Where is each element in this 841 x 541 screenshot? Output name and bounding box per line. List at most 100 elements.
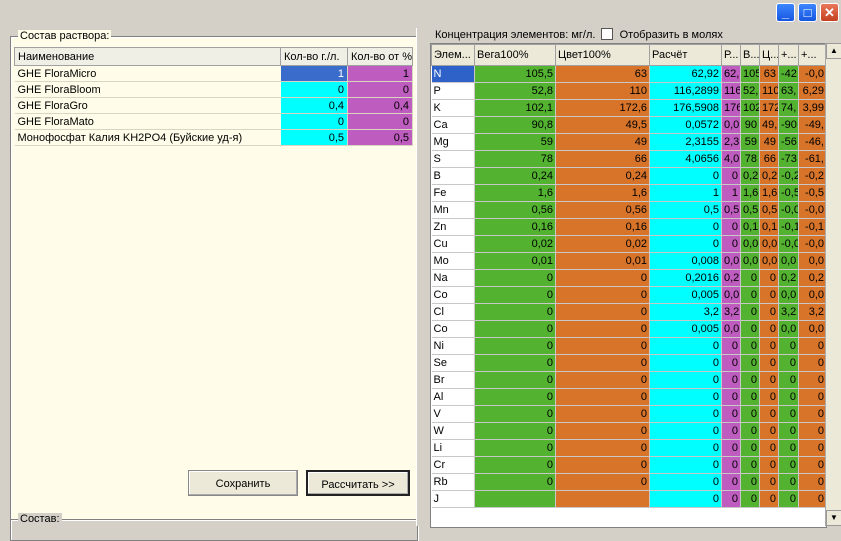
value-cell[interactable] [474,490,556,508]
value-cell[interactable]: 4,0656 [649,150,722,168]
value-cell[interactable]: 0 [555,439,650,457]
value-cell[interactable]: 0 [740,269,760,287]
value-cell[interactable]: 63, [778,82,799,100]
value-cell[interactable]: 0 [759,473,779,491]
table-row[interactable]: Mn 0,56 0,56 0,5 0,5 0,5 0,5 -0,0 -0,0 [431,201,826,219]
value-cell[interactable]: 52,8 [474,82,556,100]
value-cell[interactable]: 0 [798,405,826,423]
value-cell[interactable]: 0,01 [555,252,650,270]
row-pct-cell[interactable]: 1 [347,65,413,82]
value-cell[interactable]: -90 [778,116,799,134]
value-cell[interactable]: 0,2 [798,269,826,287]
value-cell[interactable]: 78 [740,150,760,168]
value-cell[interactable]: 116 [721,82,741,100]
value-cell[interactable]: 1,6 [740,184,760,202]
col-header-4[interactable]: Р... [721,44,741,66]
value-cell[interactable]: 0 [649,439,722,457]
value-cell[interactable]: 0 [798,388,826,406]
value-cell[interactable]: 0,0 [778,286,799,304]
value-cell[interactable]: 0 [555,422,650,440]
value-cell[interactable]: 52, [740,82,760,100]
value-cell[interactable]: 0 [759,388,779,406]
value-cell[interactable]: 0 [759,303,779,321]
value-cell[interactable]: 0,16 [474,218,556,236]
value-cell[interactable]: 0 [649,354,722,372]
value-cell[interactable]: 90 [740,116,760,134]
element-name-cell[interactable]: Mn [431,201,475,219]
value-cell[interactable]: 0 [555,371,650,389]
scroll-up-icon[interactable]: ▲ [826,43,841,59]
value-cell[interactable]: 0 [555,473,650,491]
row-qty-cell[interactable]: 0,4 [280,97,348,114]
table-row[interactable]: W00000000 [431,422,826,440]
row-pct-cell[interactable]: 0,5 [347,129,413,146]
value-cell[interactable]: -0,0 [798,235,826,253]
element-name-cell[interactable]: B [431,167,475,185]
value-cell[interactable]: 1,6 [759,184,779,202]
value-cell[interactable]: 0,2 [740,167,760,185]
col-header-2[interactable]: Цвет100% [555,44,650,66]
value-cell[interactable]: 0 [721,439,741,457]
value-cell[interactable]: 0 [740,371,760,389]
row-qty-cell[interactable]: 0,5 [280,129,348,146]
col-header-3[interactable]: Расчёт [649,44,722,66]
value-cell[interactable]: 0 [721,235,741,253]
table-row[interactable]: GHE FloraGro 0,4 0,4 [14,97,413,114]
value-cell[interactable]: 0 [649,422,722,440]
value-cell[interactable]: 0 [649,218,722,236]
save-button[interactable]: Сохранить [188,470,298,496]
value-cell[interactable]: 0,0 [740,252,760,270]
element-name-cell[interactable]: Al [431,388,475,406]
element-name-cell[interactable]: N [431,65,475,83]
value-cell[interactable]: 0,008 [649,252,722,270]
value-cell[interactable]: 0 [759,337,779,355]
table-row[interactable]: Fe 1,6 1,6 1 1 1,6 1,6 -0,5 -0,5 [431,184,826,202]
value-cell[interactable]: 0 [474,371,556,389]
value-cell[interactable]: 0 [649,490,722,508]
value-cell[interactable]: 0 [759,320,779,338]
value-cell[interactable]: 0 [759,354,779,372]
value-cell[interactable]: 0 [778,371,799,389]
value-cell[interactable]: 0 [721,218,741,236]
value-cell[interactable]: 0,0 [798,286,826,304]
value-cell[interactable]: 0 [740,456,760,474]
element-name-cell[interactable]: Co [431,320,475,338]
value-cell[interactable]: 0 [740,439,760,457]
value-cell[interactable]: 3,2 [721,303,741,321]
value-cell[interactable]: 0 [555,405,650,423]
element-name-cell[interactable]: Br [431,371,475,389]
value-cell[interactable]: 0 [649,167,722,185]
value-cell[interactable]: -0,1 [778,218,799,236]
value-cell[interactable]: 0 [778,439,799,457]
value-cell[interactable]: 0 [759,490,779,508]
col-header-6[interactable]: Ц... [759,44,779,66]
value-cell[interactable]: 0 [778,490,799,508]
value-cell[interactable]: 0 [721,422,741,440]
value-cell[interactable]: 0 [759,422,779,440]
table-row[interactable]: B 0,24 0,24 0 0 0,2 0,2 -0,2 -0,2 [431,167,826,185]
value-cell[interactable]: 0 [778,405,799,423]
table-row[interactable]: P 52,8 110 116,2899 116 52, 110 63, 6,29 [431,82,826,100]
value-cell[interactable]: 0 [759,371,779,389]
value-cell[interactable]: 0 [649,456,722,474]
table-row[interactable]: Cr 0 0 0 0 0 0 0 0 [431,456,826,474]
value-cell[interactable]: 0,0 [798,320,826,338]
table-row[interactable]: Ni 0 0 0 0 0 0 0 0 [431,337,826,355]
value-cell[interactable]: 105,5 [474,65,556,83]
value-cell[interactable]: 0 [740,388,760,406]
scroll-down-icon[interactable]: ▼ [826,510,841,526]
calculate-button[interactable]: Рассчитать >> [306,470,410,496]
moles-checkbox[interactable] [600,28,613,40]
value-cell[interactable]: 49,5 [555,116,650,134]
value-cell[interactable]: 0 [798,439,826,457]
value-cell[interactable]: 102,1 [474,99,556,117]
value-cell[interactable]: 0 [740,422,760,440]
value-cell[interactable]: 0 [778,337,799,355]
value-cell[interactable]: 0 [649,388,722,406]
value-cell[interactable]: 0 [778,422,799,440]
value-cell[interactable]: 0 [555,354,650,372]
value-cell[interactable]: -61, [798,150,826,168]
value-cell[interactable]: 0 [555,456,650,474]
value-cell[interactable]: 0 [740,354,760,372]
element-name-cell[interactable]: Mg [431,133,475,151]
